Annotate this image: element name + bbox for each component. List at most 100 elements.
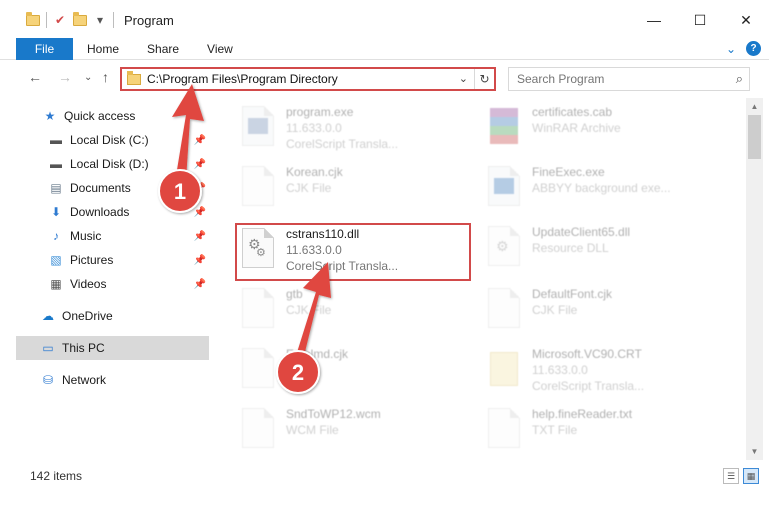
file-item-gtb[interactable]: gtb CJK File [238, 286, 474, 340]
file-meta: CorelScript Transla... [286, 137, 399, 151]
file-meta: ABBYY background exe... [532, 181, 671, 195]
quick-access-toolbar: ✔ ▾ [0, 0, 114, 40]
properties-icon[interactable]: ✔ [53, 13, 67, 27]
vertical-scrollbar[interactable]: ▲ ▼ [746, 98, 763, 460]
nav-item-downloads[interactable]: ⬇ Downloads 📌 [0, 200, 210, 224]
pin-icon[interactable]: 📌 [194, 207, 206, 218]
nav-item-local-disk-c[interactable]: ▬ Local Disk (C:) 📌 [0, 128, 210, 152]
file-name: DefaultFont.cjk [532, 287, 613, 301]
nav-item-onedrive[interactable]: ☁ OneDrive [0, 304, 210, 328]
pin-icon[interactable]: 📌 [194, 279, 206, 290]
nav-item-documents[interactable]: ▤ Documents 📌 [0, 176, 210, 200]
nav-item-videos[interactable]: ▦ Videos 📌 [0, 272, 210, 296]
file-name: Microsoft.VC90.CRT [532, 347, 642, 361]
file-name: program.exe [286, 105, 354, 119]
nav-item-label: Videos [70, 277, 107, 291]
forward-arrow-icon[interactable]: → [58, 69, 72, 85]
customize-toolbar-icon[interactable]: ▾ [93, 13, 107, 27]
nav-item-label: Music [70, 229, 102, 243]
file-name: gtb [286, 287, 303, 301]
search-box[interactable]: ⌕ [508, 67, 750, 91]
document-icon [238, 406, 278, 450]
drive-icon: ▬ [50, 157, 62, 171]
pin-icon[interactable]: 📌 [194, 135, 206, 146]
file-item-sndtowp12-wcm[interactable]: SndToWP12.wcm WCM File [238, 406, 474, 460]
file-meta: CJK File [286, 303, 332, 317]
search-input[interactable] [517, 72, 717, 86]
up-arrow-icon[interactable]: ↑ [102, 69, 109, 85]
nav-item-pictures[interactable]: ▧ Pictures 📌 [0, 248, 210, 272]
music-icon: ♪ [53, 229, 59, 243]
file-item-defaultfont-cjk[interactable]: DefaultFont.cjk CJK File [484, 286, 720, 340]
file-item-korean-cjk[interactable]: Korean.cjk CJK File [238, 164, 474, 218]
recent-locations-chevron-icon[interactable]: ⌄ [84, 72, 92, 83]
pin-icon[interactable]: 📌 [194, 231, 206, 242]
pin-icon[interactable]: 📌 [194, 183, 206, 194]
address-path[interactable]: C:\Program Files\Program Directory [147, 72, 338, 86]
nav-item-quick-access[interactable]: ★ Quick access [0, 104, 210, 128]
folder-icon[interactable] [26, 11, 40, 27]
expand-ribbon-icon[interactable]: ⌄ [726, 42, 736, 56]
pin-icon[interactable]: 📌 [194, 255, 206, 266]
close-button[interactable]: ✕ [723, 0, 769, 40]
cloud-icon: ☁ [42, 309, 54, 323]
file-item-program-exe[interactable]: program.exe 11.633.0.0 CorelScript Trans… [238, 104, 474, 158]
file-name: Korean.cjk [286, 165, 343, 179]
nav-item-this-pc[interactable]: ▭ This PC [16, 336, 209, 360]
file-item-help-finereader-txt[interactable]: help.fineReader.txt TXT File [484, 406, 720, 460]
file-name: SndToWP12.wcm [286, 407, 381, 421]
refresh-icon[interactable]: ↻ [474, 69, 494, 89]
file-name: certificates.cab [532, 105, 613, 119]
document-icon [238, 164, 278, 208]
pin-icon[interactable]: 📌 [194, 159, 206, 170]
file-meta: CJK File [532, 303, 578, 317]
address-row: ← → ⌄ ↑ C:\Program Files\Program Directo… [0, 62, 769, 94]
tab-share[interactable]: Share [133, 42, 193, 56]
text-file-icon [484, 406, 524, 450]
file-meta: CorelScript Transla... [532, 379, 645, 393]
back-arrow-icon[interactable]: ← [28, 69, 42, 85]
tab-view[interactable]: View [193, 42, 247, 56]
document-icon [238, 346, 278, 390]
nav-item-network[interactable]: ⛁ Network [0, 368, 210, 392]
document-icon [238, 286, 278, 330]
minimize-button[interactable]: — [631, 0, 677, 40]
scroll-thumb[interactable] [748, 115, 761, 159]
executable-icon [238, 104, 278, 148]
dll-gear-icon: ⚙ [484, 224, 524, 268]
file-item-updateclient65-dll[interactable]: ⚙ UpdateClient65.dll Resource DLL [484, 224, 720, 278]
details-view-icon[interactable]: ☰ [723, 468, 739, 484]
tab-file[interactable]: File [16, 37, 73, 60]
file-item-emblmd-cjk[interactable]: Emblmd.cjk [238, 346, 474, 400]
nav-item-music[interactable]: ♪ Music 📌 [0, 224, 210, 248]
monitor-icon: ▭ [42, 341, 54, 355]
documents-icon: ▤ [50, 181, 62, 195]
file-item-certificates-cab[interactable]: certificates.cab WinRAR Archive [484, 104, 720, 158]
tiles-view-icon[interactable]: ▦ [743, 468, 759, 484]
file-meta: WinRAR Archive [532, 121, 621, 135]
ribbon-tabs: File Home Share View ⌄ ? [0, 37, 769, 60]
chevron-down-icon[interactable]: ⌄ [459, 72, 468, 85]
maximize-button[interactable]: ☐ [677, 0, 723, 40]
address-bar[interactable]: C:\Program Files\Program Directory ⌄ ↻ [120, 67, 496, 91]
nav-item-local-disk-d[interactable]: ▬ Local Disk (D:) 📌 [0, 152, 210, 176]
tab-home[interactable]: Home [73, 42, 133, 56]
ribbon-help-area: ⌄ ? [726, 41, 761, 56]
file-meta: WCM File [286, 423, 339, 437]
file-name: UpdateClient65.dll [532, 225, 631, 239]
scroll-up-icon[interactable]: ▲ [746, 98, 763, 115]
file-item-fineexec-exe[interactable]: FineExec.exe ABBYY background exe... [484, 164, 720, 218]
videos-icon: ▦ [50, 277, 62, 291]
nav-item-label: Quick access [64, 109, 136, 123]
nav-item-label: Local Disk (C:) [70, 133, 149, 147]
search-icon[interactable]: ⌕ [736, 71, 743, 87]
new-folder-icon[interactable] [73, 11, 87, 27]
file-name: FineExec.exe [532, 165, 605, 179]
file-meta: TXT File [532, 423, 578, 437]
scroll-down-icon[interactable]: ▼ [746, 443, 763, 460]
help-icon[interactable]: ? [746, 41, 761, 56]
file-name: help.fineReader.txt [532, 407, 633, 421]
folder-icon [127, 70, 141, 85]
file-item-microsoft-vc90-crt[interactable]: Microsoft.VC90.CRT 11.633.0.0 CorelScrip… [484, 346, 720, 400]
nav-item-label: OneDrive [62, 309, 113, 323]
